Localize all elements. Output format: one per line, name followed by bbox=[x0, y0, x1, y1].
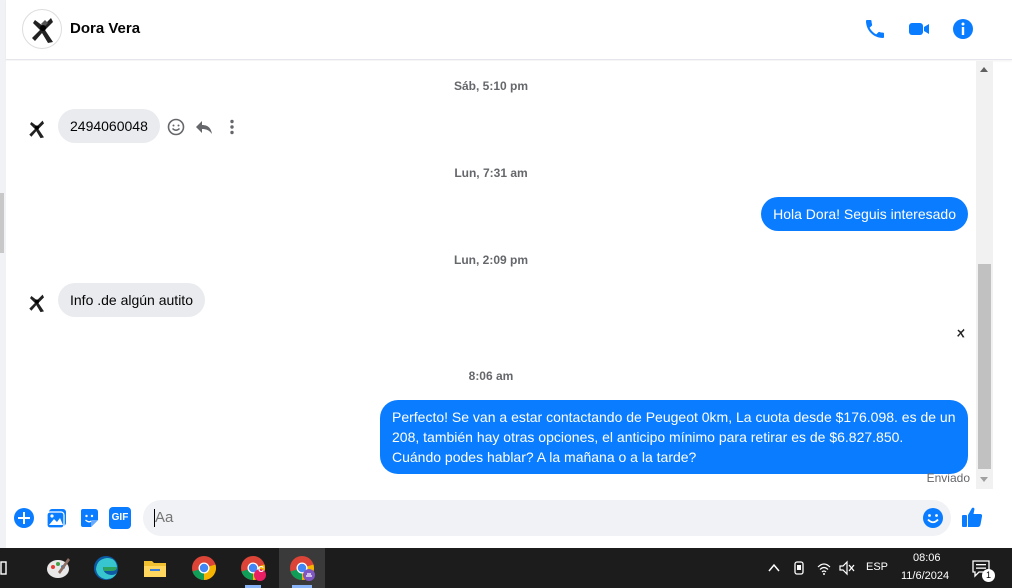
paint-app-icon[interactable] bbox=[44, 554, 72, 582]
profile-badge: C bbox=[258, 565, 264, 574]
seen-avatar-icon bbox=[957, 328, 965, 338]
composer: GIF bbox=[6, 492, 1012, 548]
scrollbar[interactable] bbox=[976, 61, 993, 489]
message-bubble-incoming[interactable]: Info .de algún autito bbox=[58, 283, 205, 317]
image-icon[interactable] bbox=[46, 507, 68, 529]
ribbon-avatar-icon bbox=[29, 120, 44, 139]
scroll-thumb[interactable] bbox=[978, 264, 991, 469]
sticker-icon[interactable] bbox=[78, 507, 100, 529]
contact-name[interactable]: Dora Vera bbox=[70, 20, 140, 37]
gif-icon[interactable]: GIF bbox=[109, 507, 131, 529]
ribbon-avatar-icon bbox=[29, 294, 44, 313]
thumbs-up-icon[interactable] bbox=[960, 505, 984, 529]
more-options-icon[interactable] bbox=[222, 117, 242, 137]
meet-now-icon[interactable] bbox=[791, 559, 807, 577]
edge-browser-icon[interactable] bbox=[92, 554, 120, 582]
phone-icon[interactable] bbox=[863, 17, 887, 41]
time-separator: Lun, 7:31 am bbox=[454, 166, 528, 180]
windows-taskbar: C ESP 08:06 11/6/2024 1 bbox=[0, 548, 1012, 588]
task-view-icon[interactable] bbox=[0, 558, 14, 578]
speaker-muted-icon[interactable] bbox=[838, 560, 856, 576]
chevron-up-icon[interactable] bbox=[766, 560, 782, 576]
scroll-up-arrow-icon[interactable] bbox=[980, 67, 988, 72]
message-input-box[interactable] bbox=[143, 500, 951, 536]
message-list[interactable]: Sáb, 5:10 pm 2494060048 Lun, 7:31 am Hol… bbox=[6, 61, 976, 489]
wifi-icon[interactable] bbox=[816, 560, 832, 576]
scroll-down-arrow-icon[interactable] bbox=[980, 477, 988, 482]
ribbon-avatar-icon bbox=[32, 18, 53, 43]
notification-count-badge: 1 bbox=[982, 569, 995, 582]
message-bubble-outgoing[interactable]: Hola Dora! Seguis interesado bbox=[761, 197, 968, 231]
info-icon[interactable] bbox=[951, 17, 975, 41]
video-camera-icon[interactable] bbox=[907, 17, 931, 41]
language-indicator[interactable]: ESP bbox=[866, 561, 888, 573]
message-bubble-outgoing[interactable]: Perfecto! Se van a estar contactando de … bbox=[380, 400, 968, 474]
react-emoji-icon[interactable] bbox=[166, 117, 186, 137]
time-separator: 8:06 am bbox=[468, 369, 514, 383]
clock-date[interactable]: 11/6/2024 bbox=[901, 570, 949, 582]
emoji-icon[interactable] bbox=[922, 507, 944, 529]
plus-icon[interactable] bbox=[13, 507, 35, 529]
contact-avatar[interactable] bbox=[22, 9, 62, 49]
chrome-incognito-icon[interactable] bbox=[288, 554, 316, 582]
message-input[interactable] bbox=[155, 509, 915, 526]
file-explorer-icon[interactable] bbox=[141, 554, 169, 582]
time-separator: Lun, 2:09 pm bbox=[453, 253, 528, 267]
chrome-icon[interactable] bbox=[190, 554, 218, 582]
message-bubble-incoming[interactable]: 2494060048 bbox=[58, 109, 160, 143]
chat-header: Dora Vera bbox=[6, 0, 1012, 60]
messenger-window: Dora Vera Sáb, 5:10 pm 2494060048 Lun, 7… bbox=[0, 0, 1012, 548]
contact-avatar-small[interactable] bbox=[23, 115, 51, 143]
left-scroll-indicator[interactable] bbox=[0, 193, 4, 253]
message-status: Enviado bbox=[926, 471, 970, 485]
contact-avatar-small[interactable] bbox=[23, 289, 51, 317]
time-separator: Sáb, 5:10 pm bbox=[453, 79, 529, 93]
reply-icon[interactable] bbox=[194, 117, 214, 137]
clock-time[interactable]: 08:06 bbox=[913, 552, 941, 564]
